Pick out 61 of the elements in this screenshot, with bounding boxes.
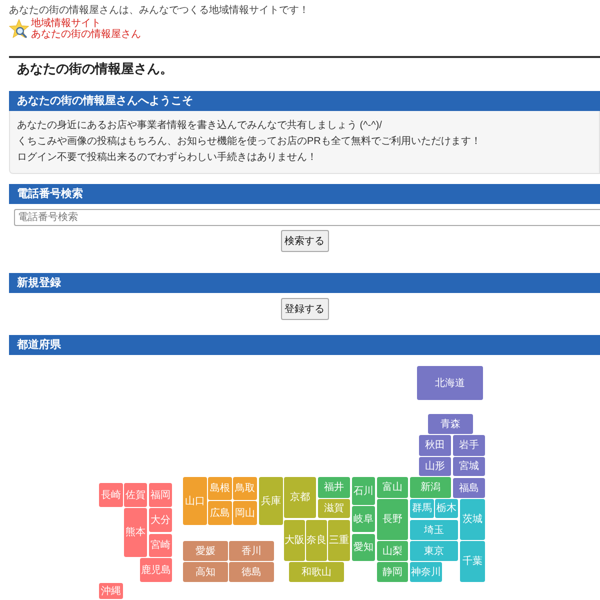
prefecture-tile[interactable]: 東京 xyxy=(410,541,458,561)
prefecture-tile[interactable]: 群馬 xyxy=(410,499,434,518)
prefecture-tile[interactable]: 埼玉 xyxy=(410,520,458,540)
prefecture-tile[interactable]: 千葉 xyxy=(460,541,485,582)
welcome-text-line: くちこみや画像の投稿はもちろん、お知らせ機能を使ってお店のPRも全て無料でご利用いただけます！ xyxy=(17,134,481,149)
prefecture-tile[interactable]: 山形 xyxy=(419,457,451,476)
prefecture-tile[interactable]: 徳島 xyxy=(229,562,274,582)
prefecture-tile[interactable]: 宮崎 xyxy=(149,534,172,557)
prefecture-tile[interactable]: 京都 xyxy=(284,477,316,518)
prefecture-tile[interactable]: 滋賀 xyxy=(318,499,350,518)
prefecture-tile[interactable]: 愛媛 xyxy=(183,541,228,561)
prefecture-tile[interactable]: 富山 xyxy=(377,477,408,498)
star-magnifier-icon xyxy=(9,19,29,39)
prefecture-tile[interactable]: 山口 xyxy=(183,477,207,525)
prefecture-tile[interactable]: 佐賀 xyxy=(124,483,147,507)
prefecture-tile[interactable]: 広島 xyxy=(208,501,232,525)
prefecture-tile[interactable]: 秋田 xyxy=(419,435,451,456)
prefecture-tile[interactable]: 静岡 xyxy=(377,562,408,582)
prefecture-tile[interactable]: 岩手 xyxy=(453,435,485,456)
prefecture-tile[interactable]: 岡山 xyxy=(233,501,257,525)
prefecture-tile[interactable]: 大阪 xyxy=(284,520,305,561)
prefecture-tile[interactable]: 兵庫 xyxy=(259,477,283,525)
prefecture-tile[interactable]: 福岡 xyxy=(149,483,172,507)
welcome-text-line: あなたの身近にあるお店や事業者情報を書き込んでみんなで共有しましょう (^-^)/ xyxy=(17,118,382,133)
phone-search-field[interactable]: 電話番号検索 xyxy=(14,209,600,226)
prefecture-tile[interactable]: 福島 xyxy=(453,478,485,498)
prefecture-tile[interactable]: 栃木 xyxy=(435,499,458,518)
section-heading-bar: 電話番号検索 xyxy=(9,184,600,204)
prefecture-tile[interactable]: 茨城 xyxy=(460,499,485,540)
page-title: あなたの街の情報屋さん。 xyxy=(17,61,173,77)
prefecture-tile[interactable]: 神奈川 xyxy=(410,562,442,582)
prefecture-tile[interactable]: 長野 xyxy=(377,499,408,540)
prefecture-tile[interactable]: 三重 xyxy=(328,520,350,561)
welcome-text-line: ログイン不要で投稿出来るのでわずらわしい手続きはありません！ xyxy=(17,150,317,165)
section-heading-bar: 新規登録 xyxy=(9,273,600,293)
prefecture-tile[interactable]: 石川 xyxy=(352,477,375,505)
site-logo[interactable]: 地域情報サイト あなたの街の情報屋さん xyxy=(9,18,141,40)
prefecture-tile[interactable]: 北海道 xyxy=(417,366,483,400)
section-heading-bar: 都道府県 xyxy=(9,335,600,355)
prefecture-tile[interactable]: 大分 xyxy=(149,508,172,532)
prefecture-tile[interactable]: 奈良 xyxy=(306,520,327,561)
prefecture-tile[interactable]: 岐阜 xyxy=(352,506,375,532)
prefecture-tile[interactable]: 山梨 xyxy=(377,541,408,561)
prefecture-tile[interactable]: 島根 xyxy=(208,477,232,500)
prefecture-tile[interactable]: 高知 xyxy=(183,562,228,582)
prefecture-tile[interactable]: 愛知 xyxy=(352,534,375,561)
site-tagline: あなたの街の情報屋さんは、みんなでつくる地域情報サイトです！ xyxy=(9,5,309,17)
prefecture-tile[interactable]: 鳥取 xyxy=(233,477,257,500)
prefecture-tile[interactable]: 鹿児島 xyxy=(140,558,172,582)
search-button[interactable]: 検索する xyxy=(280,230,328,252)
prefecture-tile[interactable]: 沖縄 xyxy=(99,583,123,599)
prefecture-tile[interactable]: 新潟 xyxy=(410,477,451,498)
prefecture-tile[interactable]: 宮城 xyxy=(453,457,485,476)
prefecture-tile[interactable]: 香川 xyxy=(229,541,274,561)
prefecture-tile[interactable]: 和歌山 xyxy=(289,562,344,582)
section-heading-bar: あなたの街の情報屋さんへようこそ xyxy=(9,91,600,111)
prefecture-tile[interactable]: 福井 xyxy=(318,477,350,498)
prefecture-tile[interactable]: 熊本 xyxy=(124,508,147,557)
prefecture-tile[interactable]: 青森 xyxy=(428,414,473,434)
prefecture-tile[interactable]: 長崎 xyxy=(99,483,123,507)
register-button[interactable]: 登録する xyxy=(280,298,328,320)
